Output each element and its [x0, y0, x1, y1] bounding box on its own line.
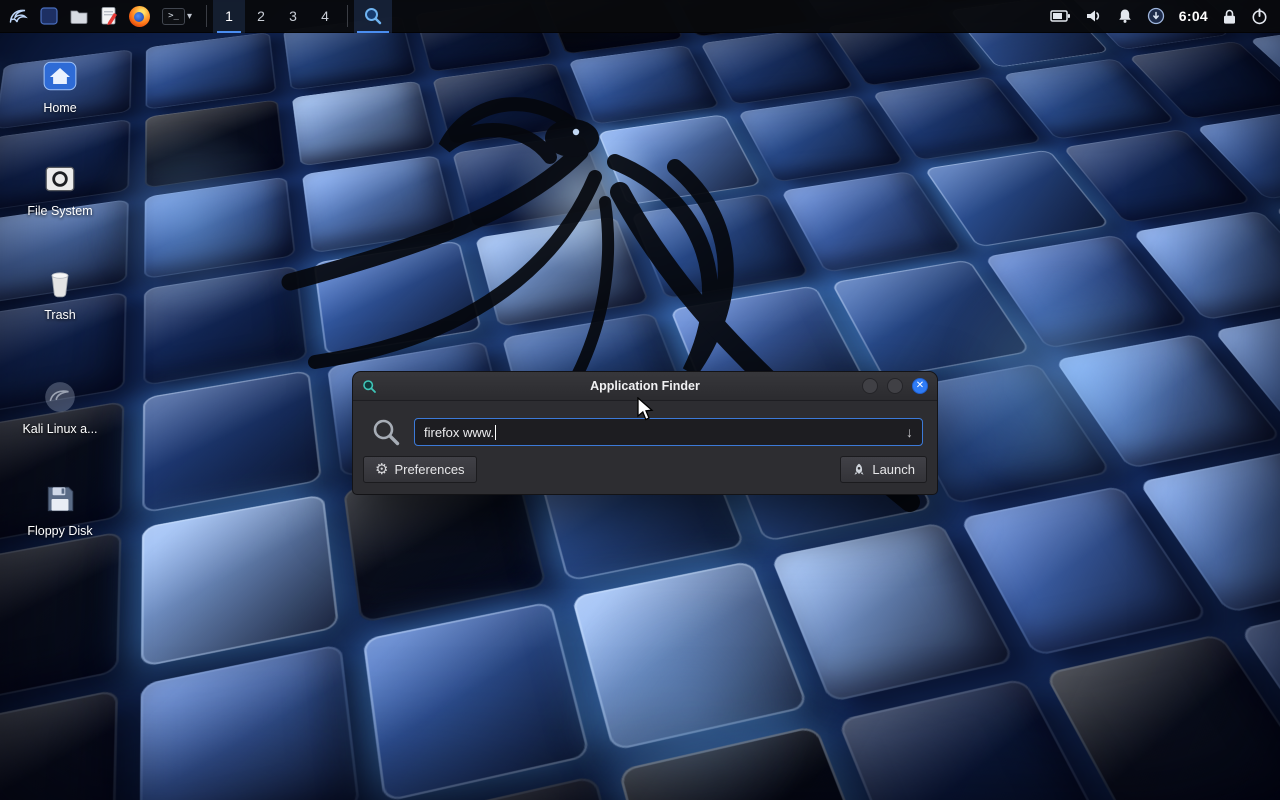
lock-icon	[1222, 8, 1237, 25]
clock[interactable]: 6:04	[1179, 8, 1208, 24]
close-button[interactable]: ✕	[912, 378, 928, 394]
minimize-button[interactable]	[862, 378, 878, 394]
button-row: ⚙ Preferences Launch	[353, 447, 937, 483]
panel-separator	[347, 5, 348, 27]
firefox-icon	[129, 6, 150, 27]
floppy-disk-icon	[42, 481, 78, 517]
close-icon: ✕	[916, 381, 924, 391]
file-manager-launcher[interactable]	[64, 0, 94, 33]
desktop-icon-label: Kali Linux a...	[22, 422, 97, 436]
power-icon	[1251, 8, 1268, 25]
desktop-icon-label: Floppy Disk	[27, 524, 92, 538]
taskbar-application-finder-button[interactable]	[354, 0, 392, 33]
wallpaper-cube	[0, 689, 118, 800]
desktop-icon-kali-linux[interactable]: Kali Linux a...	[12, 379, 108, 436]
kali-docs-icon	[42, 379, 78, 415]
terminal-launcher[interactable]: >_ ▾	[154, 0, 200, 33]
panel-right-group: 6:04	[1050, 0, 1280, 32]
wallpaper-cube	[1044, 633, 1280, 800]
gear-icon: ⚙	[375, 462, 388, 477]
screen-lock[interactable]	[1222, 0, 1237, 32]
desktop-root: >_ ▾ 1 2 3 4	[0, 0, 1280, 800]
wallpaper-cube	[139, 644, 359, 800]
preferences-button[interactable]: ⚙ Preferences	[363, 456, 477, 483]
trash-icon	[42, 265, 78, 301]
launch-icon	[852, 463, 866, 477]
workspace-button-1[interactable]: 1	[213, 0, 245, 33]
wallpaper-cube	[0, 531, 122, 714]
home-icon	[42, 58, 78, 94]
top-panel: >_ ▾ 1 2 3 4	[0, 0, 1280, 33]
desktop-icon-file-system[interactable]: File System	[12, 161, 108, 218]
window-controls: ✕	[862, 378, 928, 394]
places-launcher[interactable]	[34, 0, 64, 33]
wallpaper-cube	[572, 560, 809, 750]
application-finder-window: Application Finder ✕ firefox www. ↓	[352, 371, 938, 495]
places-icon	[38, 5, 60, 27]
search-row: firefox www. ↓	[353, 401, 937, 447]
updates-indicator[interactable]	[1147, 0, 1165, 32]
desktop-icon-label: Home	[43, 101, 76, 115]
desktop-icon-label: File System	[27, 204, 92, 218]
search-icon	[371, 417, 401, 447]
kali-logo-icon	[8, 5, 30, 27]
maximize-button[interactable]	[887, 378, 903, 394]
chevron-down-icon[interactable]: ▾	[187, 11, 192, 22]
panel-separator	[206, 5, 207, 27]
desktop-icon-label: Trash	[44, 308, 76, 322]
workspace-button-3[interactable]: 3	[277, 0, 309, 33]
notifications[interactable]	[1117, 0, 1133, 32]
bell-icon	[1117, 8, 1133, 24]
launch-button-label: Launch	[872, 462, 915, 477]
text-caret	[495, 425, 496, 440]
volume-icon	[1085, 8, 1103, 24]
update-icon	[1147, 7, 1165, 25]
file-system-icon	[42, 161, 78, 197]
text-editor-icon	[98, 5, 120, 27]
workspace-button-2[interactable]: 2	[245, 0, 277, 33]
preferences-button-label: Preferences	[394, 462, 464, 477]
file-manager-icon	[68, 5, 90, 27]
panel-left-group: >_ ▾ 1 2 3 4	[0, 0, 392, 32]
titlebar[interactable]: Application Finder ✕	[353, 372, 937, 401]
history-dropdown-icon[interactable]: ↓	[906, 424, 913, 440]
volume-control[interactable]	[1085, 0, 1103, 32]
text-editor-launcher[interactable]	[94, 0, 124, 33]
window-title: Application Finder	[353, 379, 937, 393]
search-input[interactable]: firefox www. ↓	[414, 418, 923, 446]
battery-indicator[interactable]	[1050, 0, 1071, 32]
desktop-icon-home[interactable]: Home	[12, 58, 108, 115]
wallpaper-cube	[362, 601, 591, 800]
desktop-icon-trash[interactable]: Trash	[12, 265, 108, 322]
desktop-icon-floppy-disk[interactable]: Floppy Disk	[12, 481, 108, 538]
battery-icon	[1050, 8, 1071, 24]
session-power[interactable]	[1251, 0, 1268, 32]
launch-button[interactable]: Launch	[840, 456, 927, 483]
workspace-button-4[interactable]: 4	[309, 0, 341, 33]
application-finder-icon	[363, 6, 383, 26]
terminal-icon: >_	[162, 8, 185, 25]
firefox-launcher[interactable]	[124, 0, 154, 33]
kali-menu-button[interactable]	[4, 0, 34, 33]
search-input-value: firefox www.	[424, 425, 494, 440]
